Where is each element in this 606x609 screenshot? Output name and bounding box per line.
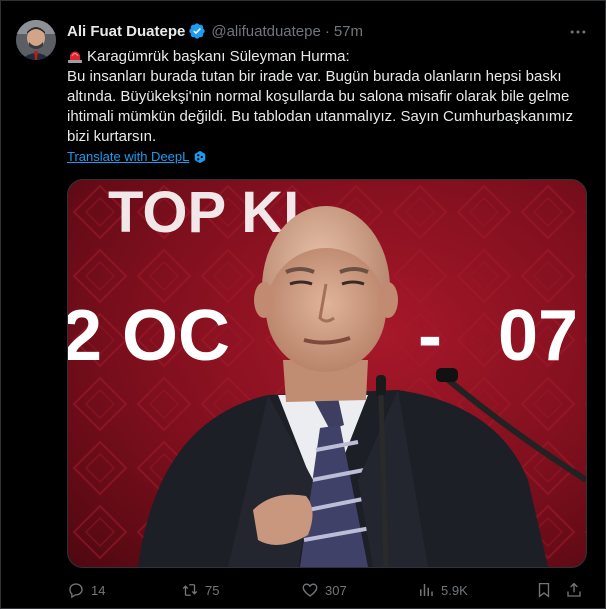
views-chart-icon (420, 584, 433, 596)
repost-count: 75 (205, 582, 220, 598)
translate-label[interactable]: Translate with DeepL (67, 149, 189, 164)
banner-text-row1: TOP KI (108, 180, 299, 245)
translate-link[interactable]: Translate with DeepL (67, 149, 207, 164)
bookmark-icon (538, 582, 550, 598)
verified-badge-icon (189, 23, 206, 39)
tweet-header: Ali Fuat Duatepe @alifuatduatepe · 57m (67, 22, 363, 40)
author-handle[interactable]: @alifuatduatepe (211, 23, 320, 40)
action-bar: 14 75 307 5.9K (67, 580, 585, 600)
deepl-icon (195, 150, 206, 163)
reply-icon (69, 583, 83, 599)
banner-text-row2-dash: - (418, 296, 442, 376)
share-button[interactable] (565, 580, 589, 600)
author-name[interactable]: Ali Fuat Duatepe (67, 23, 185, 40)
views-button[interactable]: 5.9K (417, 580, 468, 600)
tweet-text-body: Bu insanları burada tutan bir irade var.… (67, 68, 574, 145)
banner-text-row2-left: 2 OC (68, 296, 230, 376)
siren-emoji-icon (68, 51, 82, 63)
separator-dot: · (324, 22, 330, 40)
avatar[interactable] (16, 20, 56, 60)
timestamp[interactable]: 57m (334, 23, 363, 40)
like-count: 307 (325, 582, 347, 598)
bookmark-button[interactable] (535, 580, 559, 600)
heart-icon (302, 583, 318, 597)
repost-button[interactable]: 75 (181, 580, 219, 600)
tweet-text: Karagümrük başkanı Süleyman Hurma: Bu in… (67, 47, 587, 147)
views-count: 5.9K (441, 582, 468, 598)
repost-icon (182, 584, 198, 596)
more-options-icon[interactable] (568, 22, 588, 42)
tweet-text-first-line: Karagümrük başkanı Süleyman Hurma: (87, 48, 350, 65)
like-button[interactable]: 307 (301, 580, 347, 600)
banner-text-row2-right: 07 (498, 296, 578, 376)
share-icon (567, 582, 581, 597)
reply-count: 14 (91, 582, 106, 598)
tweet-media-image[interactable]: TOP KI 2 OC - 07 (67, 179, 587, 568)
reply-button[interactable]: 14 (67, 580, 105, 600)
